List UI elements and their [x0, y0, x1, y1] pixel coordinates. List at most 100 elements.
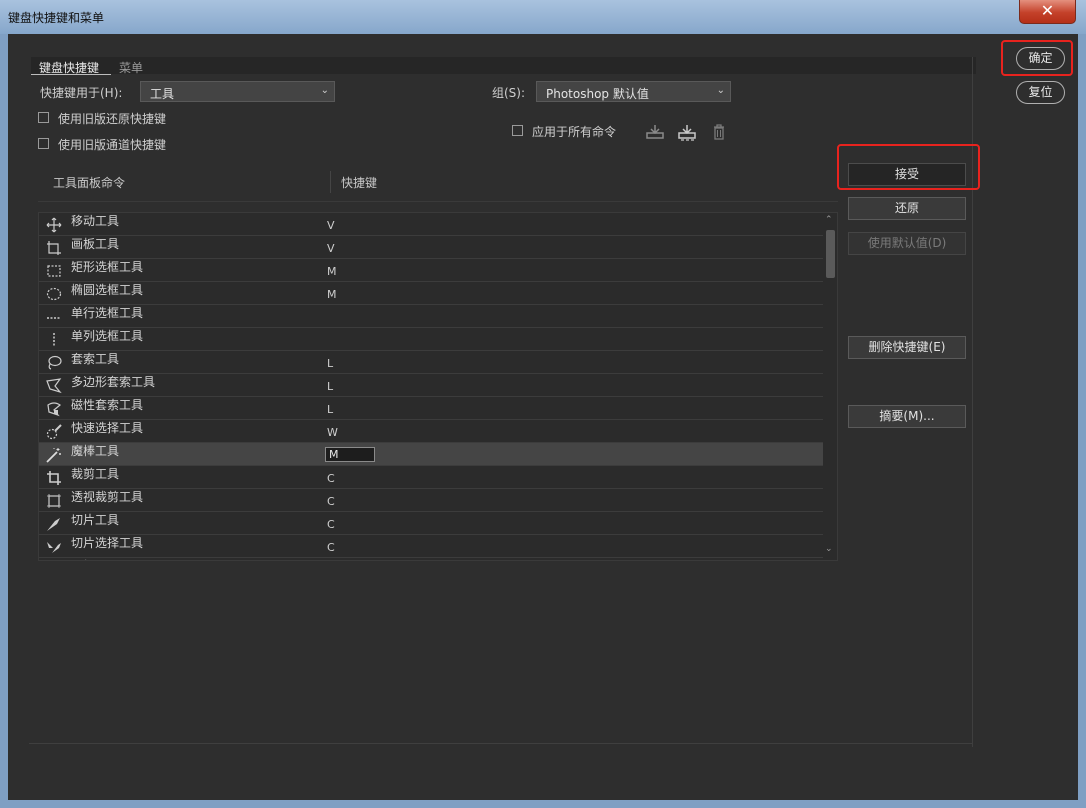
- tab-strip: 键盘快捷键 菜单: [31, 57, 976, 76]
- magnetic-lasso-icon: [47, 402, 62, 417]
- tool-name: 磁性套索工具: [71, 398, 144, 412]
- shortcut-value: M: [327, 265, 337, 278]
- table-row[interactable]: 裁剪工具 C: [39, 466, 823, 489]
- save-set-as-icon[interactable]: [676, 122, 698, 142]
- reset-button[interactable]: 复位: [1016, 81, 1065, 104]
- magic-wand-icon: [46, 448, 61, 463]
- tab-menus[interactable]: 菜单: [119, 59, 143, 76]
- shortcut-value: C: [327, 518, 335, 531]
- shortcut-value: C: [327, 495, 335, 508]
- header-rule: [38, 201, 838, 202]
- scroll-down-icon[interactable]: ⌄: [825, 544, 833, 554]
- tool-name: 快速选择工具: [71, 421, 144, 435]
- delete-shortcut-button[interactable]: 删除快捷键(E): [848, 336, 966, 359]
- table-row[interactable]: 移动工具 V: [39, 213, 823, 236]
- quick-select-icon: [46, 424, 62, 440]
- apply-all-label: 应用于所有命令: [532, 125, 617, 139]
- tool-name: 单行选框工具: [71, 306, 144, 320]
- table-row[interactable]: 快速选择工具 W: [39, 420, 823, 443]
- window-frame-bottom: [0, 800, 1086, 808]
- tool-name: 矩形选框工具: [71, 260, 144, 274]
- shortcut-value: M: [327, 288, 337, 301]
- window-frame-left: [0, 34, 8, 808]
- legacy-undo-label: 使用旧版还原快捷键: [58, 112, 167, 126]
- artboard-tool-icon: [47, 241, 61, 255]
- lasso-icon: [48, 355, 62, 370]
- move-tool-icon: [46, 217, 62, 233]
- shortcut-value: C: [327, 472, 335, 485]
- ellipse-marquee-icon: [46, 287, 62, 301]
- scroll-up-icon[interactable]: ⌃: [825, 215, 833, 225]
- table-row[interactable]: 单行选框工具: [39, 305, 823, 328]
- window-titlebar: 键盘快捷键和菜单 ✕: [0, 0, 1086, 34]
- legacy-channel-checkbox[interactable]: [38, 138, 49, 149]
- highlight-ok: [1001, 40, 1073, 76]
- table-row[interactable]: 磁性套索工具 L: [39, 397, 823, 420]
- group-select[interactable]: Photoshop 默认值 ⌄: [536, 81, 731, 102]
- tool-name: 图框工具: [71, 557, 119, 560]
- table-row[interactable]: 透视裁剪工具 C: [39, 489, 823, 512]
- use-default-button[interactable]: 使用默认值(D): [848, 232, 966, 255]
- group-value: Photoshop 默认值: [546, 87, 649, 101]
- shortcut-value: L: [327, 380, 334, 393]
- single-column-marquee-icon: [53, 333, 55, 347]
- header-divider: [330, 171, 331, 193]
- table-scrollbar[interactable]: ⌃ ⌄: [823, 213, 837, 560]
- polygon-lasso-icon: [46, 378, 62, 394]
- tool-name: 裁剪工具: [71, 467, 120, 481]
- tool-name: 画板工具: [71, 237, 120, 251]
- shortcuts-for-value: 工具: [150, 87, 175, 101]
- save-set-icon[interactable]: [644, 122, 666, 142]
- apply-all-checkbox[interactable]: [512, 125, 523, 136]
- slice-select-icon: [47, 542, 61, 553]
- tool-name: 多边形套索工具: [71, 375, 156, 389]
- group-label: 组(S):: [492, 86, 526, 100]
- delete-set-icon[interactable]: [708, 122, 730, 142]
- shortcut-table: 移动工具 V 画板工具 V 矩形选框工具 M 椭圆选框工具 M 单行选框工具 单列选框工具 套索工具…: [38, 212, 838, 561]
- undo-button[interactable]: 还原: [848, 197, 966, 220]
- command-column-header: 工具面板命令: [53, 176, 126, 190]
- tool-name: 椭圆选框工具: [71, 283, 144, 297]
- slice-icon: [47, 518, 60, 531]
- shortcuts-for-label: 快捷键用于(H):: [40, 86, 123, 100]
- perspective-crop-icon: [47, 494, 61, 508]
- scroll-thumb[interactable]: [826, 230, 835, 278]
- tool-name: 切片工具: [71, 513, 120, 527]
- window-title: 键盘快捷键和菜单: [8, 11, 105, 25]
- tool-name: 切片选择工具: [71, 536, 144, 550]
- shortcuts-for-select[interactable]: 工具 ⌄: [140, 81, 335, 102]
- tool-name: 单列选框工具: [71, 329, 144, 343]
- table-row[interactable]: 画板工具 V: [39, 236, 823, 259]
- tool-name: 魔棒工具: [71, 444, 120, 458]
- crop-icon: [47, 471, 61, 485]
- shortcut-value: C: [327, 541, 335, 554]
- table-row[interactable]: 矩形选框工具 M: [39, 259, 823, 282]
- rect-marquee-icon: [47, 265, 61, 277]
- table-row[interactable]: 魔棒工具 M: [39, 443, 823, 466]
- highlight-accept: [837, 144, 980, 190]
- table-row[interactable]: 图框工具: [39, 557, 823, 560]
- table-row[interactable]: 单列选框工具: [39, 328, 823, 351]
- summarize-button[interactable]: 摘要(M)...: [848, 405, 966, 428]
- tool-name: 套索工具: [71, 352, 120, 366]
- single-row-marquee-icon: [47, 317, 61, 319]
- table-row[interactable]: 多边形套索工具 L: [39, 374, 823, 397]
- shortcut-value: W: [327, 426, 338, 439]
- table-row[interactable]: 椭圆选框工具 M: [39, 282, 823, 305]
- bottom-divider: [29, 743, 972, 744]
- legacy-channel-label: 使用旧版通道快捷键: [58, 138, 167, 152]
- tool-name: 透视裁剪工具: [71, 490, 144, 504]
- tool-name: 移动工具: [71, 214, 120, 228]
- table-row[interactable]: 套索工具 L: [39, 351, 823, 374]
- close-button[interactable]: ✕: [1019, 0, 1076, 24]
- legacy-undo-checkbox[interactable]: [38, 112, 49, 123]
- chevron-down-icon: ⌄: [716, 85, 725, 96]
- table-row[interactable]: 切片选择工具 C: [39, 535, 823, 558]
- shortcut-input[interactable]: M: [325, 447, 375, 462]
- shortcut-value: V: [327, 219, 335, 232]
- shortcut-value: L: [327, 357, 334, 370]
- active-tab-indicator: [31, 74, 111, 75]
- shortcut-column-header: 快捷键: [341, 176, 378, 190]
- shortcut-value: V: [327, 242, 335, 255]
- table-row[interactable]: 切片工具 C: [39, 512, 823, 535]
